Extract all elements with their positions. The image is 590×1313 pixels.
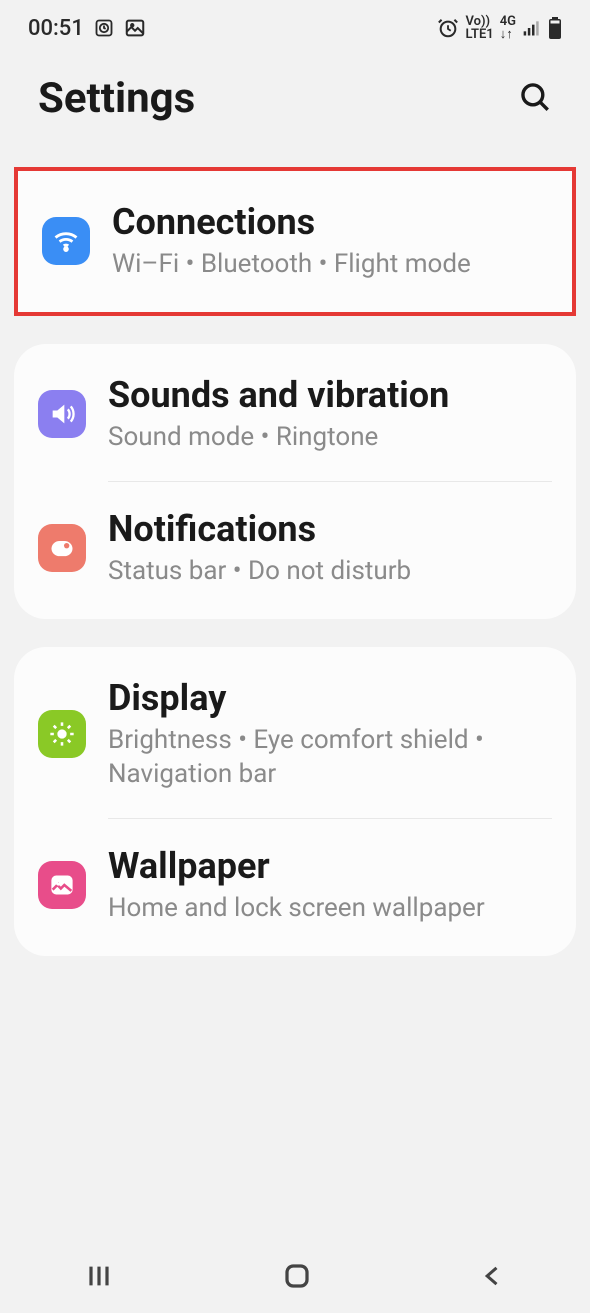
page-title: Settings — [38, 74, 195, 123]
status-right: Vo)) LTE1 4G ↓↑ — [437, 15, 562, 41]
wifi-icon — [42, 217, 90, 265]
item-subtitle: Sound mode • Ringtone — [108, 421, 552, 455]
image-icon — [124, 17, 146, 39]
wallpaper-icon — [38, 861, 86, 909]
nav-bar — [0, 1243, 590, 1313]
notification-icon — [38, 524, 86, 572]
settings-item-notifications[interactable]: Notifications Status bar • Do not distur… — [14, 482, 576, 615]
signal-icon — [522, 18, 542, 38]
settings-item-display[interactable]: Display Brightness • Eye comfort shield … — [14, 651, 576, 818]
item-title: Sounds and vibration — [108, 374, 552, 417]
status-bar: 00:51 Vo)) LTE1 4G ↓↑ — [0, 0, 590, 52]
item-subtitle: Brightness • Eye comfort shield • Naviga… — [108, 724, 552, 792]
settings-group-sounds: Sounds and vibration Sound mode • Ringto… — [14, 344, 576, 619]
item-text: Connections Wi–Fi • Bluetooth • Flight m… — [112, 201, 548, 282]
search-icon[interactable] — [518, 80, 552, 118]
settings-group-connections: Connections Wi–Fi • Bluetooth • Flight m… — [14, 167, 576, 316]
item-text: Notifications Status bar • Do not distur… — [108, 508, 552, 589]
item-title: Display — [108, 677, 552, 720]
settings-item-sounds[interactable]: Sounds and vibration Sound mode • Ringto… — [14, 348, 576, 481]
header: Settings — [0, 52, 590, 151]
item-title: Notifications — [108, 508, 552, 551]
network-4g: 4G ↓↑ — [500, 15, 516, 41]
recents-button[interactable] — [83, 1260, 115, 1296]
status-time: 00:51 — [28, 16, 84, 41]
item-text: Sounds and vibration Sound mode • Ringto… — [108, 374, 552, 455]
home-button[interactable] — [282, 1261, 312, 1295]
item-subtitle: Home and lock screen wallpaper — [108, 892, 552, 926]
settings-group-display: Display Brightness • Eye comfort shield … — [14, 647, 576, 956]
status-left: 00:51 — [28, 16, 146, 41]
alarm-icon — [437, 17, 459, 39]
back-button[interactable] — [479, 1262, 507, 1294]
item-text: Display Brightness • Eye comfort shield … — [108, 677, 552, 792]
speaker-icon — [38, 390, 86, 438]
clock-icon — [94, 18, 114, 38]
network-text: Vo)) LTE1 — [465, 15, 493, 41]
settings-item-wallpaper[interactable]: Wallpaper Home and lock screen wallpaper — [14, 819, 576, 952]
brightness-icon — [38, 710, 86, 758]
item-title: Connections — [112, 201, 548, 244]
item-subtitle: Status bar • Do not disturb — [108, 555, 552, 589]
item-subtitle: Wi–Fi • Bluetooth • Flight mode — [112, 248, 548, 282]
item-text: Wallpaper Home and lock screen wallpaper — [108, 845, 552, 926]
settings-item-connections[interactable]: Connections Wi–Fi • Bluetooth • Flight m… — [18, 175, 572, 308]
battery-icon — [548, 17, 562, 39]
item-title: Wallpaper — [108, 845, 552, 888]
